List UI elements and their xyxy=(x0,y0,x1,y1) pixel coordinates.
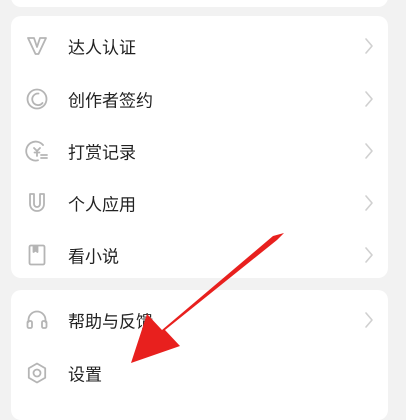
gear-icon xyxy=(25,361,49,385)
menu-item-label: 帮助与反馈 xyxy=(68,312,153,333)
menu-item-label: 打赏记录 xyxy=(68,143,136,164)
menu-item-read-novels[interactable]: 看小说 xyxy=(11,229,388,281)
menu-item-talent-verification[interactable]: 达人认证 xyxy=(11,20,388,72)
menu-item-reward-records[interactable]: 打赏记录 xyxy=(11,125,388,177)
headset-icon xyxy=(25,308,49,332)
menu-item-personal-apps[interactable]: 个人应用 xyxy=(11,177,388,229)
chevron-right-icon xyxy=(363,142,375,160)
moon-circle-icon xyxy=(25,87,49,111)
menu-item-label: 个人应用 xyxy=(68,195,136,216)
chevron-right-icon xyxy=(363,311,375,329)
menu-item-label: 设置 xyxy=(68,365,102,386)
menu-item-label: 创作者签约 xyxy=(68,91,153,112)
chevron-right-icon xyxy=(363,194,375,212)
menu-item-label: 看小说 xyxy=(68,247,119,268)
menu-item-label: 达人认证 xyxy=(68,38,136,59)
menu-card-main: 达人认证 创作者签约 打赏记录 个人应用 看小说 xyxy=(11,16,388,278)
previous-card-edge xyxy=(11,0,388,7)
book-icon xyxy=(25,243,49,267)
chevron-right-icon xyxy=(363,37,375,55)
v-badge-icon xyxy=(25,34,49,58)
menu-item-settings[interactable]: 设置 xyxy=(11,347,388,399)
magnet-icon xyxy=(25,191,49,215)
chevron-right-icon xyxy=(363,246,375,264)
chevron-right-icon xyxy=(363,90,375,108)
menu-item-help-feedback[interactable]: 帮助与反馈 xyxy=(11,294,388,346)
coin-list-icon xyxy=(25,139,49,163)
menu-item-creator-contract[interactable]: 创作者签约 xyxy=(11,73,388,125)
